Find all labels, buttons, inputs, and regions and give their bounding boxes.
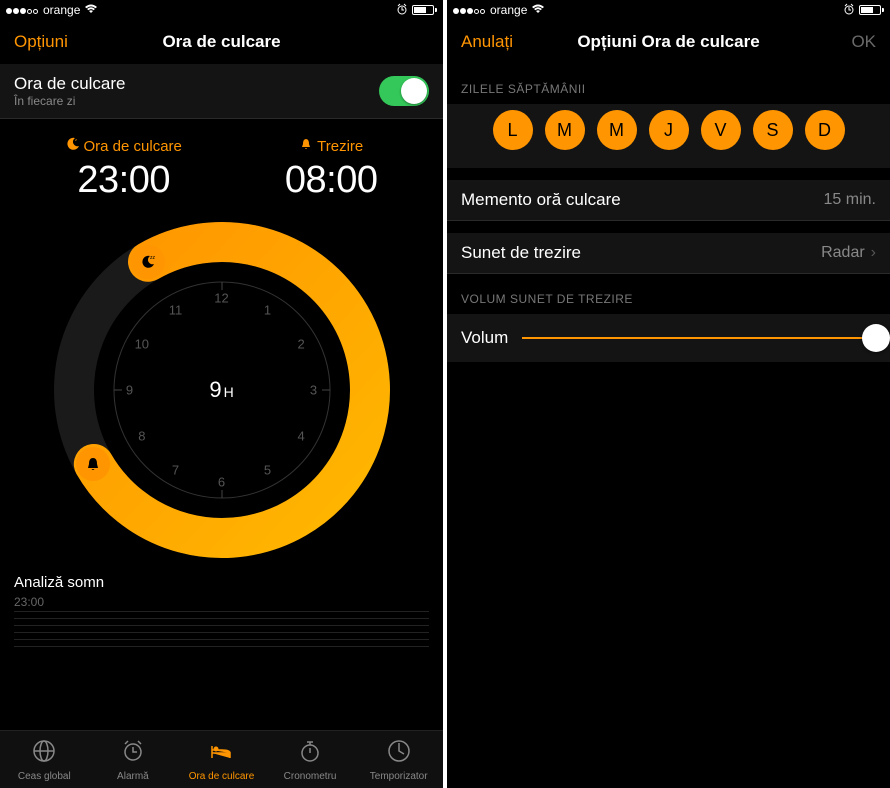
hour-label: 2 — [298, 337, 305, 352]
alarm-icon — [843, 3, 855, 18]
tab-label: Ceas global — [18, 771, 71, 782]
volume-thumb[interactable] — [862, 324, 890, 352]
cancel-button[interactable]: Anulați — [461, 32, 541, 52]
wifi-icon — [531, 3, 545, 17]
svg-text:zz: zz — [150, 255, 156, 261]
battery-icon — [412, 5, 437, 15]
bedtime-enable-row: Ora de culcare În fiecare zi — [0, 64, 443, 119]
days-section-header: ZILELE SĂPTĂMÂNII — [447, 64, 890, 104]
volume-section-header: VOLUM SUNET DE TREZIRE — [447, 274, 890, 314]
reminder-label: Memento oră culcare — [461, 190, 621, 210]
battery-icon — [859, 5, 884, 15]
times-row: z Ora de culcare 23:00 Trezire 08:00 — [0, 119, 443, 208]
tab-stopwatch[interactable]: Cronometru — [266, 731, 355, 788]
bedtime-handle[interactable]: zz — [131, 245, 165, 279]
status-bar: orange — [447, 0, 890, 20]
hour-label: 7 — [172, 462, 179, 477]
globe-icon — [31, 738, 57, 769]
hour-label: 3 — [310, 383, 317, 398]
tab-bed[interactable]: Ora de culcare — [177, 731, 266, 788]
bedtime-toggle[interactable] — [379, 76, 429, 106]
sleep-dial[interactable]: 121234567891011 9H zz — [52, 220, 392, 560]
hour-label: 5 — [264, 462, 271, 477]
tab-label: Alarmă — [117, 771, 149, 782]
chevron-right-icon: › — [871, 244, 876, 261]
hour-label: 1 — [264, 303, 271, 318]
hour-label: 12 — [214, 291, 228, 306]
signal-dots-icon — [6, 3, 39, 17]
wake-sound-label: Sunet de trezire — [461, 243, 581, 263]
wake-handle[interactable] — [76, 447, 110, 481]
hour-label: 6 — [218, 475, 225, 490]
tab-bar: Ceas global Alarmă Ora de culcare Cronometr… — [0, 730, 443, 788]
stopwatch-icon — [297, 738, 323, 769]
bedtime-row-title: Ora de culcare — [14, 74, 126, 94]
hour-label: 10 — [135, 337, 149, 352]
bedtime-options-screen: orange Anulați Opțiuni Ora de culcare OK… — [447, 0, 890, 788]
signal-dots-icon — [453, 3, 486, 17]
volume-row: Volum — [447, 314, 890, 362]
hour-label: 9 — [126, 383, 133, 398]
analysis-chart — [14, 611, 429, 651]
hour-label: 11 — [169, 303, 183, 318]
day-toggle[interactable]: S — [753, 110, 793, 150]
wake-label: Trezire — [317, 138, 363, 155]
tab-label: Temporizator — [370, 771, 428, 782]
bedtime-label: Ora de culcare — [84, 138, 182, 155]
ok-button[interactable]: OK — [796, 32, 876, 52]
bedtime-row-subtitle: În fiecare zi — [14, 94, 126, 108]
nav-header: Anulați Opțiuni Ora de culcare OK — [447, 20, 890, 64]
reminder-value: 15 min. — [824, 191, 876, 209]
analysis-title: Analiză somn — [14, 574, 429, 591]
bell-icon — [299, 137, 313, 155]
day-toggle[interactable]: M — [597, 110, 637, 150]
volume-slider[interactable] — [522, 337, 876, 339]
options-button[interactable]: Opțiuni — [14, 32, 94, 52]
sleep-duration: 9H — [209, 377, 233, 403]
day-toggle[interactable]: V — [701, 110, 741, 150]
bedtime-main-screen: orange Opțiuni Ora de culcare Ora de cul… — [0, 0, 443, 788]
sleep-analysis: Analiză somn 23:00 — [0, 566, 443, 651]
reminder-row[interactable]: Memento oră culcare 15 min. — [447, 180, 890, 221]
hour-label: 4 — [298, 429, 305, 444]
bed-icon — [208, 738, 234, 769]
wake-sound-row[interactable]: Sunet de trezire Radar › — [447, 233, 890, 274]
volume-label: Volum — [461, 328, 508, 348]
nav-header: Opțiuni Ora de culcare — [0, 20, 443, 64]
days-of-week: LMMJVSD — [447, 104, 890, 168]
day-toggle[interactable]: J — [649, 110, 689, 150]
wake-value: 08:00 — [285, 159, 378, 202]
timer-icon — [386, 738, 412, 769]
day-toggle[interactable]: L — [493, 110, 533, 150]
page-title: Opțiuni Ora de culcare — [541, 32, 796, 52]
tab-label: Cronometru — [284, 771, 337, 782]
tab-alarm[interactable]: Alarmă — [89, 731, 178, 788]
alarm-icon — [396, 3, 408, 18]
carrier-label: orange — [43, 3, 80, 17]
carrier-label: orange — [490, 3, 527, 17]
day-toggle[interactable]: D — [805, 110, 845, 150]
wake-sound-value: Radar — [821, 244, 865, 261]
bedtime-value: 23:00 — [66, 159, 182, 202]
moon-icon: z — [66, 137, 80, 155]
day-toggle[interactable]: M — [545, 110, 585, 150]
svg-text:z: z — [75, 137, 77, 142]
tab-globe[interactable]: Ceas global — [0, 731, 89, 788]
status-bar: orange — [0, 0, 443, 20]
wifi-icon — [84, 3, 98, 17]
hour-label: 8 — [138, 429, 145, 444]
page-title: Ora de culcare — [94, 32, 349, 52]
tab-timer[interactable]: Temporizator — [354, 731, 443, 788]
alarm-icon — [120, 738, 146, 769]
analysis-time: 23:00 — [14, 595, 429, 609]
tab-label: Ora de culcare — [189, 771, 255, 782]
